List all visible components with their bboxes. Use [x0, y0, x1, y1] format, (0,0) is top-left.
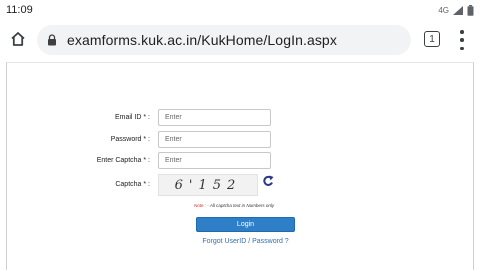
lock-icon: [48, 34, 56, 46]
url-text: examforms.kuk.ac.in/KukHome/LogIn.aspx: [67, 32, 337, 48]
address-bar[interactable]: examforms.kuk.ac.in/KukHome/LogIn.aspx: [37, 25, 411, 55]
home-icon: [11, 32, 25, 46]
captcha-input[interactable]: [158, 152, 271, 169]
email-field[interactable]: [158, 109, 271, 126]
menu-dot-icon: [460, 38, 464, 42]
browser-toolbar: examforms.kuk.ac.in/KukHome/LogIn.aspx 1: [0, 22, 480, 58]
email-label: Email ID * :: [114, 114, 150, 121]
captcha-input-label: Enter Captcha * :: [96, 157, 150, 164]
captcha-label: Captcha * :: [115, 181, 150, 188]
captcha-note: Note : - All captcha text in Numbers onl…: [194, 203, 274, 208]
tab-count: 1: [429, 33, 435, 45]
home-button[interactable]: [8, 29, 28, 49]
network-type: 4G: [438, 5, 449, 15]
browser-menu-button[interactable]: [458, 30, 466, 50]
battery-icon: [467, 4, 474, 16]
note-text: - All captcha text in Numbers only: [207, 203, 275, 208]
status-bar: 11:09 4G: [0, 0, 480, 20]
captcha-image: 6'152: [158, 174, 258, 196]
login-button[interactable]: Login: [196, 217, 295, 232]
signal-icon: [453, 5, 463, 15]
menu-dot-icon: [460, 46, 464, 50]
note-prefix: Note :: [194, 203, 207, 208]
forgot-password-link[interactable]: Forgot UserID / Password ?: [196, 238, 295, 245]
password-label: Password * :: [110, 136, 150, 143]
tab-switcher-button[interactable]: 1: [424, 31, 440, 47]
password-field[interactable]: [158, 131, 271, 148]
status-indicators: 4G: [438, 4, 474, 16]
status-time: 11:09: [6, 4, 33, 16]
menu-dot-icon: [460, 30, 464, 34]
refresh-captcha-icon[interactable]: [262, 174, 274, 188]
